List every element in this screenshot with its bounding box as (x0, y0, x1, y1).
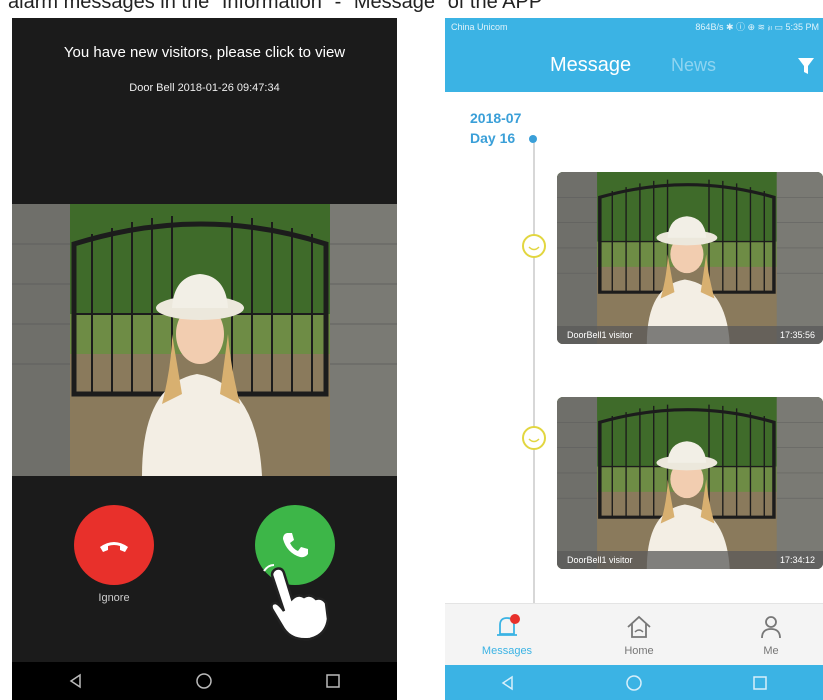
android-nav-bar (12, 662, 397, 700)
incoming-call-screen: You have new visitors, please click to v… (12, 18, 397, 700)
phone-icon (283, 533, 308, 558)
tab-news[interactable]: News (671, 55, 716, 76)
visitor-card[interactable]: DoorBell1 visitor 17:34:12 (557, 397, 823, 569)
home-circle-icon[interactable] (195, 672, 213, 690)
card-label: DoorBell1 visitor (567, 555, 633, 565)
bell-icon (497, 614, 520, 636)
card-caption-bar: DoorBell1 visitor 17:34:12 (557, 551, 823, 569)
recents-icon[interactable] (324, 672, 342, 690)
ignore-label: Ignore (98, 592, 130, 604)
status-bar: China Unicom 864B/s ✱ ⓘ ⊕ ≋ ᵢₗₗ ▭ 5:35 P… (445, 18, 823, 36)
notification-badge (510, 614, 520, 624)
hang-up-icon (100, 542, 128, 552)
nav-label-home: Home (624, 645, 654, 657)
home-circle-icon[interactable] (625, 674, 643, 692)
carrier-name: China Unicom (451, 22, 508, 32)
card-time: 17:34:12 (779, 555, 815, 565)
tab-message[interactable]: Message (550, 54, 631, 77)
smiley-icon (522, 234, 546, 258)
android-nav-bar (445, 665, 823, 700)
pointing-hand-icon (263, 564, 330, 641)
app-header: Message News (445, 36, 823, 92)
notification-subtitle: Door Bell 2018-01-26 09:47:34 (129, 82, 280, 94)
card-caption-bar: DoorBell1 visitor 17:35:56 (557, 326, 823, 344)
visitor-card[interactable]: DoorBell1 visitor 17:35:56 (557, 172, 823, 344)
caption-text: alarm messages in the "Information" - "M… (8, 0, 543, 13)
timeline-line (533, 143, 535, 613)
nav-label-messages: Messages (481, 645, 533, 657)
message-app-screen: China Unicom 864B/s ✱ ⓘ ⊕ ≋ ᵢₗₗ ▭ 5:35 P… (445, 18, 823, 700)
nav-label-me: Me (763, 645, 779, 657)
notification-title: You have new visitors, please click to v… (63, 44, 346, 61)
back-icon[interactable] (67, 672, 85, 690)
timeline-month: 2018-07 (470, 110, 522, 126)
card-label: DoorBell1 visitor (567, 330, 633, 340)
nav-item-me[interactable]: Me (731, 612, 811, 657)
visitor-snapshot (557, 172, 823, 344)
status-indicators: 864B/s ✱ ⓘ ⊕ ≋ ᵢₗₗ ▭ 5:35 PM (695, 22, 819, 32)
nav-item-messages[interactable]: Messages (467, 612, 547, 657)
visitor-snapshot (557, 397, 823, 569)
home-icon (627, 615, 651, 638)
nav-item-home[interactable]: Home (599, 612, 679, 657)
timeline-dot (529, 135, 537, 143)
timeline-day: Day 16 (470, 130, 516, 146)
ignore-call-button[interactable] (74, 505, 154, 585)
person-icon (761, 616, 781, 639)
filter-icon[interactable] (797, 56, 815, 76)
timeline-date: 2018-07 Day 16 (470, 108, 521, 148)
card-time: 17:35:56 (779, 330, 815, 340)
bottom-nav: Messages Home Me (445, 603, 823, 666)
recents-icon[interactable] (751, 674, 769, 692)
visitor-video (12, 204, 397, 476)
back-icon[interactable] (499, 674, 517, 692)
smiley-icon (522, 426, 546, 450)
